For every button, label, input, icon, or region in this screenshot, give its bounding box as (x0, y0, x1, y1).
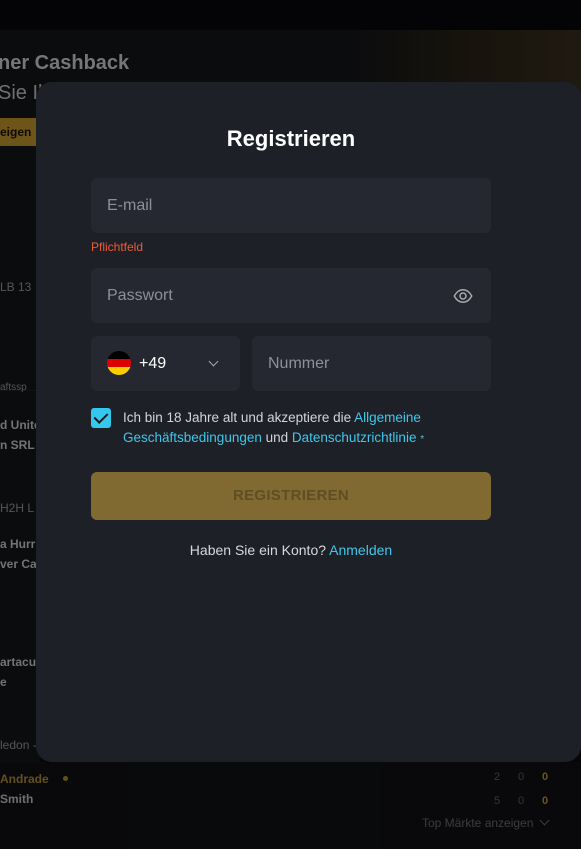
consent-text-part: und (261, 430, 292, 445)
terms-checkbox[interactable] (91, 408, 111, 428)
password-field[interactable]: Passwort (91, 268, 491, 323)
chevron-down-icon (208, 356, 219, 367)
terms-consent-text: Ich bin 18 Jahre alt und akzeptiere die … (123, 408, 473, 450)
privacy-policy-link[interactable]: Datenschutzrichtlinie (292, 430, 417, 445)
modal-title: Registrieren (226, 126, 356, 151)
phone-number-placeholder: Nummer (268, 355, 330, 372)
country-code-value: +49 (139, 355, 167, 372)
eye-icon[interactable] (453, 286, 473, 306)
germany-flag-icon (107, 351, 131, 375)
email-placeholder: E-mail (107, 197, 153, 214)
phone-number-field[interactable]: Nummer (252, 336, 491, 391)
login-prompt-text: Haben Sie ein Konto? (189, 542, 327, 558)
login-link[interactable]: Anmelden (329, 542, 392, 558)
login-prompt: Haben Sie ein Konto? Anmelden (0, 542, 581, 558)
password-placeholder: Passwort (107, 287, 173, 304)
country-code-select[interactable]: +49 (91, 336, 240, 391)
email-error-message: Pflichtfeld (91, 240, 144, 254)
required-mark: * (420, 434, 425, 445)
register-button[interactable]: REGISTRIEREN (91, 472, 491, 520)
consent-text-part: Ich bin 18 Jahre alt und akzeptiere die (123, 410, 355, 425)
email-field[interactable]: E-mail (91, 178, 491, 233)
